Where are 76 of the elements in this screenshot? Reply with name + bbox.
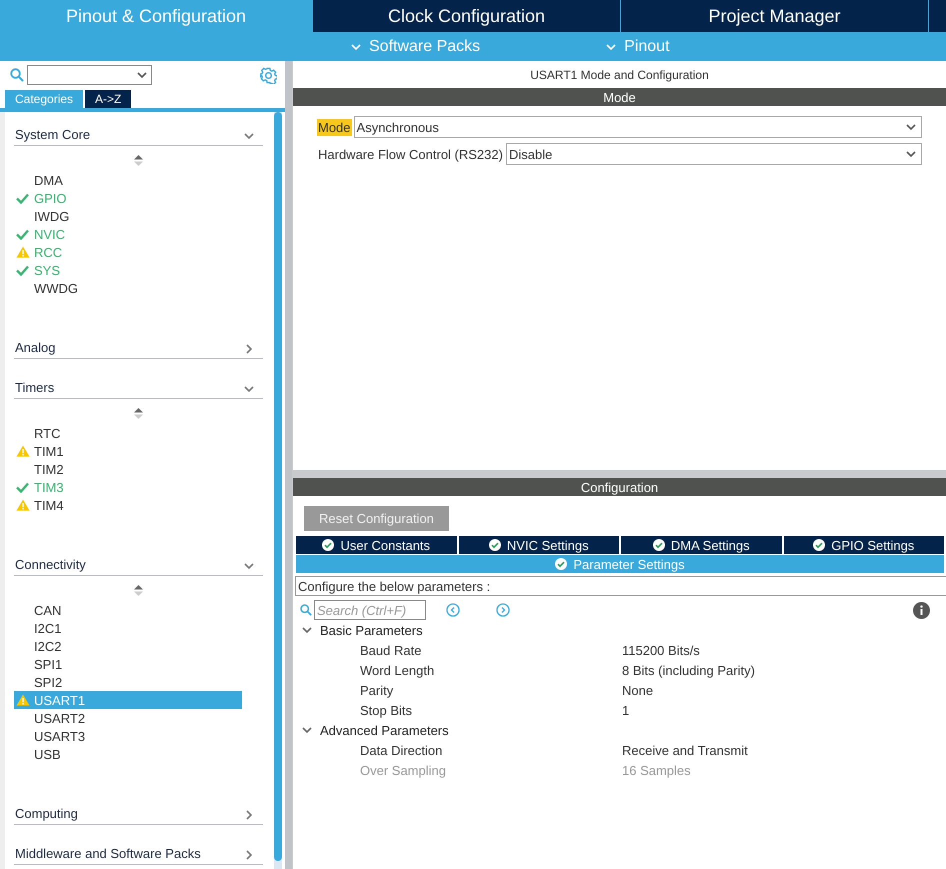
hint-text: Configure the below parameters :	[298, 578, 490, 594]
parameter-value[interactable]: None	[622, 682, 946, 698]
field-label: Hardware Flow Control (RS232)	[317, 146, 504, 162]
parameter-value[interactable]: Receive and Transmit	[622, 742, 946, 758]
settings-tab[interactable]: NVIC Settings	[458, 536, 619, 554]
category-header[interactable]: Connectivity	[15, 557, 86, 572]
peripheral-item[interactable]: USART2	[14, 709, 242, 727]
warning-icon	[16, 499, 30, 511]
next-icon[interactable]	[496, 603, 510, 617]
check-icon	[16, 482, 29, 492]
parameter-value[interactable]: 115200 Bits/s	[622, 642, 946, 658]
peripheral-item[interactable]: I2C2	[14, 637, 242, 655]
view-tab[interactable]: A->Z	[85, 90, 132, 108]
check-circle-icon	[488, 539, 501, 551]
check-circle-icon	[555, 558, 568, 570]
scrollbar-thumb[interactable]	[274, 112, 282, 861]
group-header[interactable]: Advanced Parameters	[320, 722, 449, 738]
check-icon	[16, 228, 29, 240]
sort-icon[interactable]	[134, 408, 143, 419]
warning-icon	[16, 246, 30, 258]
settings-tab[interactable]: GPIO Settings	[784, 536, 944, 554]
settings-icon[interactable]	[260, 66, 277, 84]
peripheral-item[interactable]: CAN	[14, 601, 242, 619]
peripheral-item[interactable]: IWDG	[14, 207, 242, 225]
section-header: Configuration	[293, 478, 946, 496]
panel-title: USART1 Mode and Configuration	[530, 68, 709, 82]
parameter-name: Stop Bits	[360, 702, 414, 718]
category-header[interactable]: System Core	[15, 127, 90, 142]
warning-icon	[16, 694, 30, 706]
peripheral-item[interactable]: WWDG	[14, 279, 242, 297]
peripheral-item[interactable]: TIM2	[14, 460, 242, 478]
settings-tab[interactable]: DMA Settings	[621, 536, 782, 554]
peripheral-item[interactable]: RTC	[14, 424, 242, 442]
section-header: Mode	[293, 88, 946, 106]
parameter-name: Parity	[360, 682, 394, 698]
peripheral-item[interactable]: SPI1	[14, 655, 242, 673]
check-circle-icon	[652, 539, 665, 551]
group-header[interactable]: Basic Parameters	[320, 622, 423, 638]
sort-icon[interactable]	[134, 585, 143, 596]
peripheral-item[interactable]: TIM4	[14, 496, 242, 514]
peripheral-item[interactable]: USB	[14, 745, 242, 763]
check-icon	[16, 264, 29, 276]
search-field[interactable]: Search (Ctrl+F)	[314, 600, 426, 620]
info-icon[interactable]	[913, 602, 930, 618]
tab-bar-background	[929, 0, 946, 32]
peripheral-item[interactable]: DMA	[14, 171, 242, 189]
category-header[interactable]: Middleware and Software Packs	[15, 846, 201, 861]
settings-tab[interactable]: User Constants	[296, 536, 456, 554]
check-circle-icon	[813, 539, 826, 551]
parameter-value[interactable]: 1	[622, 702, 946, 718]
search-icon	[10, 68, 24, 82]
peripheral-item[interactable]: I2C1	[14, 619, 242, 637]
field-label: Mode	[317, 118, 352, 136]
parameter-name: Over Sampling	[360, 762, 447, 778]
peripheral-item[interactable]: SPI2	[14, 673, 242, 691]
search-icon	[300, 604, 312, 616]
category-header[interactable]: Timers	[15, 380, 54, 395]
parameter-value[interactable]: 8 Bits (including Parity)	[622, 662, 946, 678]
peripheral-item[interactable]: TIM1	[14, 442, 242, 460]
mode-dropdown[interactable]: Disable	[506, 143, 922, 165]
sort-icon[interactable]	[134, 155, 143, 166]
check-icon	[16, 192, 29, 204]
warning-icon	[16, 445, 30, 457]
parameter-name: Baud Rate	[360, 642, 422, 658]
parameter-name: Data Direction	[360, 742, 444, 758]
main-tab[interactable]: Project Manager	[621, 0, 929, 32]
previous-icon[interactable]	[446, 603, 460, 617]
main-tab[interactable]: Clock Configuration	[313, 0, 621, 32]
peripheral-item[interactable]: USART3	[14, 727, 242, 745]
mode-dropdown[interactable]: Asynchronous	[354, 116, 922, 138]
check-circle-icon	[322, 539, 334, 551]
category-header[interactable]: Analog	[15, 340, 56, 355]
category-dropdown[interactable]	[27, 65, 152, 85]
splitter-handle[interactable]	[285, 61, 292, 869]
category-header[interactable]: Computing	[15, 806, 78, 821]
parameter-name: Word Length	[360, 662, 436, 678]
